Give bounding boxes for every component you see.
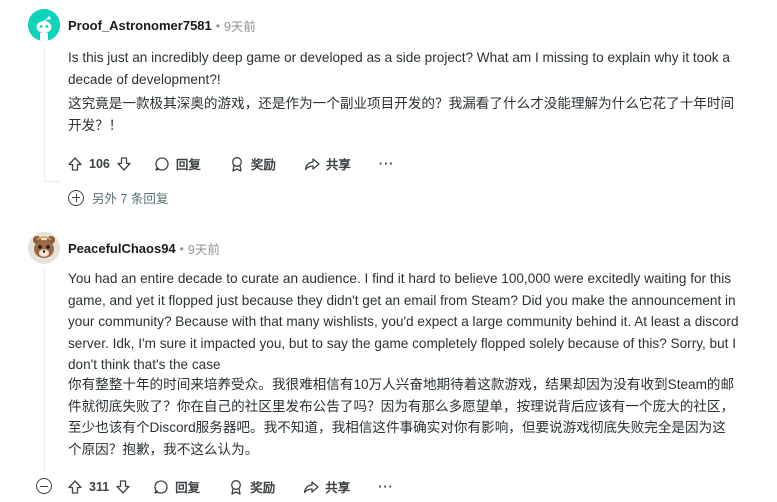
reply-button[interactable]: 回复 — [154, 154, 201, 173]
award-button[interactable]: 奖励 — [229, 154, 276, 173]
avatar[interactable] — [28, 9, 60, 41]
upvote-icon — [68, 479, 82, 494]
comment-text-chinese: 这究竟是一款极其深奥的游戏，还是作为一个副业项目开发的？我漏看了什么才没能理解为… — [68, 96, 735, 133]
comment-time[interactable]: 9天前 — [224, 16, 256, 35]
author-name[interactable]: PeacefulChaos94 — [68, 241, 176, 256]
award-icon — [231, 479, 242, 495]
comment-meta: PeacefulChaos94 • 9天前 — [68, 239, 220, 258]
meta-separator: • — [179, 241, 184, 256]
more-options-button[interactable]: ··· — [378, 480, 394, 494]
share-icon — [304, 157, 320, 170]
downvote-button[interactable] — [116, 156, 132, 172]
comment-text-english: Is this just an incredibly deep game or … — [68, 50, 730, 87]
meta-separator: • — [215, 18, 220, 33]
award-label: 奖励 — [250, 158, 276, 172]
comment-text-chinese: 你有整整十年的时间来培养受众。我很难相信有10万人兴奋地期待着这款游戏，结果却因… — [68, 377, 735, 457]
downvote-button[interactable] — [115, 479, 131, 495]
reply-label: 回复 — [175, 481, 201, 495]
award-label: 奖励 — [250, 481, 276, 495]
vote-count: 106 — [89, 156, 110, 171]
comment-time[interactable]: 9天前 — [188, 239, 220, 258]
upvote-button[interactable] — [67, 156, 83, 172]
comment-bubble-icon — [154, 479, 168, 494]
reply-button[interactable]: 回复 — [153, 477, 200, 496]
award-button[interactable]: 奖励 — [228, 477, 275, 496]
share-button[interactable]: 共享 — [303, 477, 350, 496]
collapse-thread-button[interactable] — [36, 478, 52, 494]
vote-count: 311 — [89, 479, 110, 494]
share-icon — [304, 480, 319, 493]
expand-plus-icon — [68, 189, 84, 206]
avatar[interactable] — [28, 232, 60, 264]
comment-text-english: You had an entire decade to curate an au… — [68, 271, 739, 372]
upvote-button[interactable] — [67, 479, 83, 495]
more-options-button[interactable]: ··· — [379, 157, 395, 171]
share-label: 共享 — [325, 158, 351, 172]
comment-bubble-icon — [155, 156, 169, 171]
upvote-icon — [68, 156, 82, 171]
snoo-avatar-icon — [28, 9, 60, 41]
downvote-icon — [117, 156, 131, 171]
thread-line — [44, 46, 45, 181]
award-icon — [231, 156, 242, 172]
more-replies-label: 另外 7 条回复 — [92, 192, 169, 206]
thread-line — [44, 181, 60, 182]
comment-meta: Proof_Astronomer7581 • 9天前 — [68, 16, 256, 35]
thread-line — [44, 268, 45, 474]
author-name[interactable]: Proof_Astronomer7581 — [68, 18, 212, 33]
downvote-icon — [116, 479, 130, 494]
comment-actions: 106 回复 奖励 共享 ··· — [67, 154, 394, 173]
share-label: 共享 — [325, 481, 351, 495]
bear-avatar-icon — [28, 232, 60, 264]
reply-label: 回复 — [175, 158, 201, 172]
more-replies-button[interactable]: 另外 7 条回复 — [68, 188, 168, 207]
share-button[interactable]: 共享 — [304, 154, 351, 173]
comment-actions: 311 回复 奖励 共享 ··· — [67, 477, 394, 496]
